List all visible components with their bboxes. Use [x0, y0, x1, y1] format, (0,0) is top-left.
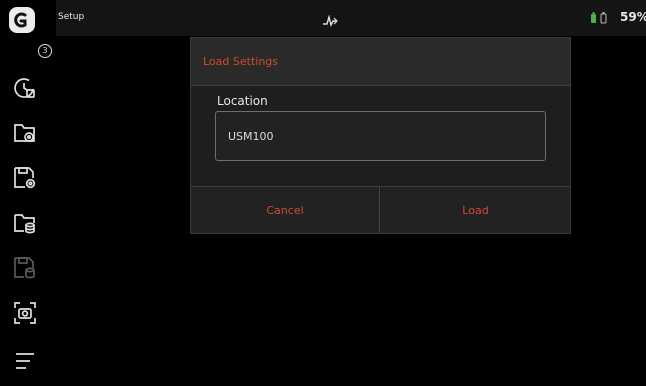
status-bar: Setup 59% — [0, 0, 646, 36]
battery-icon — [590, 10, 614, 30]
location-value: USM100 — [228, 130, 274, 143]
sidebar: 3 — [0, 36, 56, 386]
app-logo-icon[interactable] — [9, 7, 35, 33]
location-field[interactable]: USM100 — [215, 111, 546, 161]
cancel-button[interactable]: Cancel — [191, 186, 380, 233]
load-settings-dialog: Load Settings Location USM100 Cancel Loa… — [190, 37, 571, 234]
screenshot-icon[interactable] — [12, 300, 38, 326]
location-label: Location — [217, 94, 268, 108]
dialog-header: Load Settings — [191, 38, 570, 86]
status-title: Setup — [58, 12, 85, 22]
folder-database-icon[interactable] — [12, 210, 38, 236]
load-button[interactable]: Load — [381, 186, 570, 233]
folder-settings-icon[interactable] — [12, 120, 38, 146]
save-database-icon — [12, 255, 38, 281]
menu-icon[interactable] — [12, 348, 38, 374]
sidebar-badge: 3 — [38, 44, 52, 58]
clock-settings-icon[interactable] — [12, 75, 38, 101]
battery-percent: 59% — [620, 10, 646, 24]
dialog-title: Load Settings — [203, 55, 279, 68]
app-logo-tile[interactable] — [0, 0, 56, 36]
a-scan-trace-icon — [322, 12, 338, 31]
save-settings-icon[interactable] — [12, 165, 38, 191]
